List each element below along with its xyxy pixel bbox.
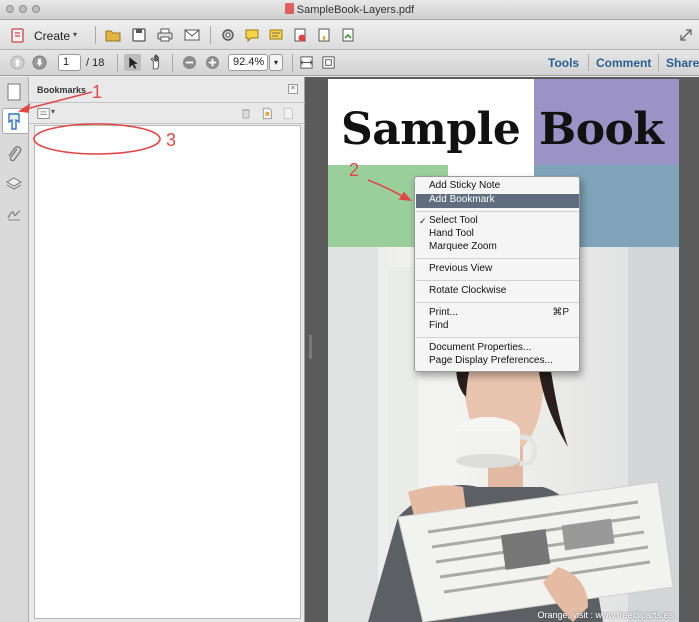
print-icon[interactable] xyxy=(157,27,173,43)
page-thumbnails-icon[interactable] xyxy=(6,83,22,101)
tab-comment[interactable]: Comment xyxy=(596,56,651,70)
menu-item-previous-view[interactable]: Previous View xyxy=(429,263,492,274)
bookmarks-panel: Bookmarks × ▾ xyxy=(29,77,305,622)
menu-item-find[interactable]: Find xyxy=(429,320,448,331)
menu-item-document-properties[interactable]: Document Properties... xyxy=(429,342,531,353)
zoom-out-icon[interactable] xyxy=(182,55,197,70)
layers-icon[interactable] xyxy=(6,175,22,193)
email-icon[interactable] xyxy=(184,27,200,43)
image-watermark: Orange, visit : www.freecliparts.es xyxy=(537,610,673,620)
toolbar-divider xyxy=(95,26,96,44)
fit-width-icon[interactable] xyxy=(299,55,314,70)
book-title-book: Book xyxy=(539,104,664,155)
create-dropdown-icon[interactable]: ▾ xyxy=(73,30,77,39)
pdf-file-icon xyxy=(284,3,294,14)
open-folder-icon[interactable] xyxy=(105,27,121,43)
navigation-toolbar: 1 / 18 92.4% ▾ Tools Comment Share xyxy=(0,50,699,76)
menu-divider xyxy=(416,258,579,259)
toolbar-divider xyxy=(292,54,293,72)
menu-item-add-sticky-note[interactable]: Add Sticky Note xyxy=(429,180,500,191)
menu-item-hand-tool[interactable]: Hand Tool xyxy=(429,228,474,239)
toolbar-divider xyxy=(210,26,211,44)
zoom-in-icon[interactable] xyxy=(205,55,220,70)
bookmarks-panel-header: Bookmarks × xyxy=(29,77,305,103)
tab-share[interactable]: Share xyxy=(666,56,699,70)
close-panel-button[interactable]: × xyxy=(288,84,298,94)
checkmark-icon: ✓ xyxy=(419,216,427,226)
bookmarks-panel-toolbar: ▾ xyxy=(29,104,305,124)
tab-divider xyxy=(588,54,589,71)
bookmarks-panel-title: Bookmarks xyxy=(37,85,87,95)
new-bookmark-icon[interactable] xyxy=(261,107,273,120)
title-bar: SampleBook-Layers.pdf xyxy=(0,0,699,20)
signatures-icon[interactable] xyxy=(6,205,22,223)
menu-item-add-bookmark[interactable]: Add Bookmark xyxy=(429,194,495,205)
splitter-grip[interactable] xyxy=(309,335,312,359)
comment-bubble-icon[interactable] xyxy=(244,27,260,43)
delete-bookmark-icon[interactable] xyxy=(240,107,252,120)
tab-tools[interactable]: Tools xyxy=(548,56,579,70)
menu-item-select-tool[interactable]: Select Tool xyxy=(429,215,478,226)
page-number-input[interactable]: 1 xyxy=(58,54,81,71)
navigation-pane-rail xyxy=(0,77,29,622)
menu-divider xyxy=(416,302,579,303)
create-icon[interactable] xyxy=(10,27,26,43)
main-toolbar: Create ▾ xyxy=(0,20,699,50)
menu-item-print[interactable]: Print... xyxy=(429,307,458,318)
settings-gear-icon[interactable] xyxy=(220,27,236,43)
tab-divider xyxy=(658,54,659,71)
hand-tool-icon[interactable] xyxy=(148,54,165,71)
menu-divider xyxy=(416,337,579,338)
annotation-number-1: 1 xyxy=(92,82,103,102)
menu-item-page-display-preferences[interactable]: Page Display Preferences... xyxy=(429,355,553,366)
highlight-icon[interactable] xyxy=(268,27,284,43)
expand-window-icon[interactable] xyxy=(678,27,694,43)
menu-item-marquee-zoom[interactable]: Marquee Zoom xyxy=(429,241,497,252)
context-menu: Add Sticky Note Add Bookmark ✓ Select To… xyxy=(414,176,580,372)
annotation-number-3: 3 xyxy=(166,130,177,150)
window-title: SampleBook-Layers.pdf xyxy=(0,3,699,16)
menu-item-rotate-clockwise[interactable]: Rotate Clockwise xyxy=(429,285,506,296)
acrobat-window: SampleBook-Layers.pdf Create ▾ 1 / 18 92… xyxy=(0,0,699,622)
next-page-icon[interactable] xyxy=(32,55,47,70)
book-title-sample: Sample xyxy=(341,104,521,155)
window-title-text: SampleBook-Layers.pdf xyxy=(296,4,415,16)
options-menu-icon[interactable] xyxy=(37,107,50,120)
fit-page-icon[interactable] xyxy=(321,55,336,70)
options-dropdown-icon[interactable]: ▾ xyxy=(51,107,55,116)
expand-bookmark-icon[interactable] xyxy=(282,107,294,120)
zoom-level-input[interactable]: 92.4% xyxy=(228,54,268,71)
sign-document-icon[interactable] xyxy=(340,27,356,43)
create-button[interactable]: Create xyxy=(34,29,70,43)
attachment-paperclip-icon[interactable] xyxy=(6,145,22,163)
menu-divider xyxy=(416,280,579,281)
save-icon[interactable] xyxy=(131,27,147,43)
page-total-label: / 18 xyxy=(86,57,105,69)
print-shortcut: ⌘P xyxy=(552,307,569,318)
bookmarks-icon[interactable] xyxy=(6,112,22,130)
previous-page-icon[interactable] xyxy=(10,55,25,70)
zoom-dropdown-icon[interactable]: ▾ xyxy=(269,54,283,71)
toolbar-divider xyxy=(172,54,173,72)
menu-divider xyxy=(416,211,579,212)
export-pdf-icon[interactable] xyxy=(292,27,308,43)
select-arrow-icon[interactable] xyxy=(124,54,141,71)
toolbar-divider xyxy=(117,54,118,72)
annotation-number-2: 2 xyxy=(349,160,360,180)
create-pdf-icon[interactable] xyxy=(316,27,332,43)
bookmarks-list[interactable] xyxy=(34,125,301,619)
